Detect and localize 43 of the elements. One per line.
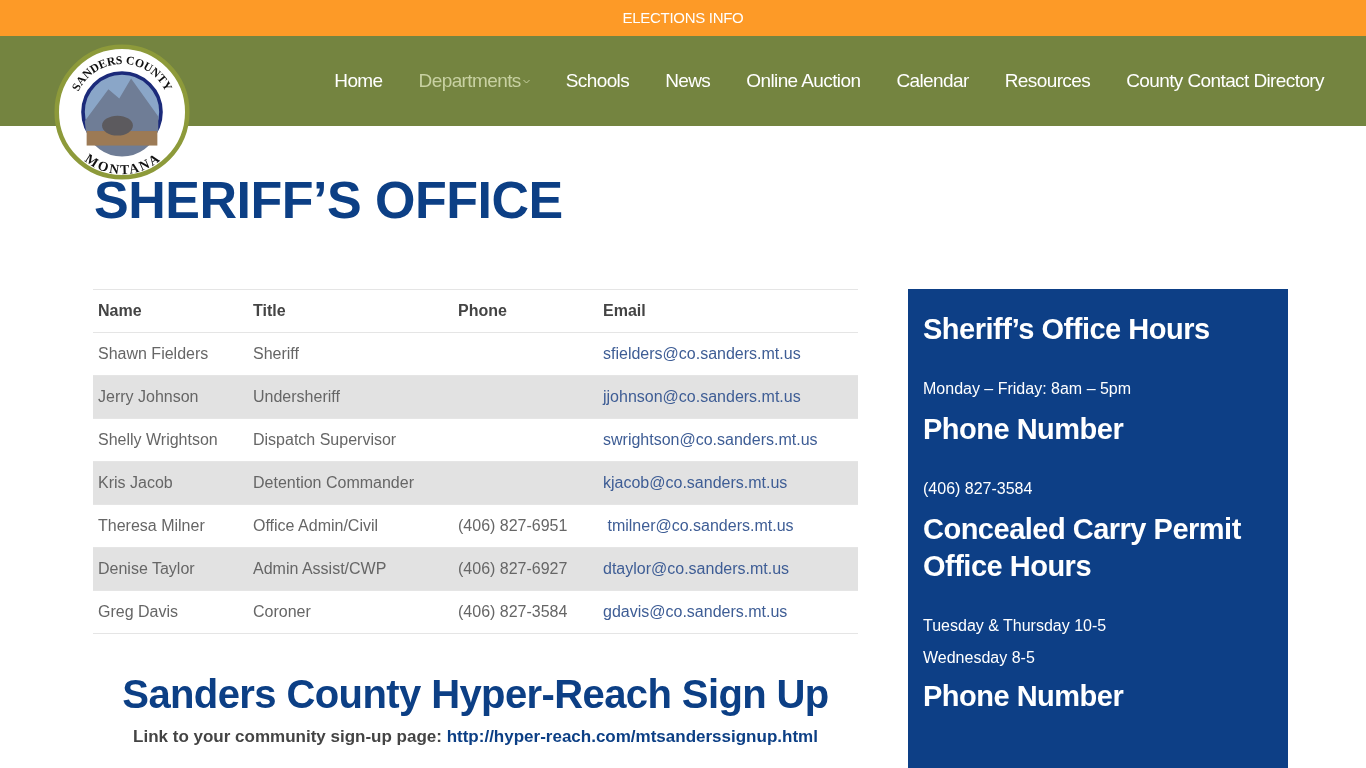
email-link[interactable]: tmilner@co.sanders.mt.us xyxy=(603,517,794,535)
section-heading: Sanders County Hyper-Reach Sign Up xyxy=(121,671,830,719)
table-cell: Denise Taylor xyxy=(98,560,195,578)
nav-link[interactable]: Schools xyxy=(547,66,648,96)
table-cell: (406) 827-6951 xyxy=(458,517,568,535)
signup-link[interactable]: http://hyper-reach.com/mtsanderssignup.html xyxy=(446,727,818,747)
table-cell: Detention Commander xyxy=(253,474,414,492)
table-cell: Kris Jacob xyxy=(98,474,173,492)
nav-link[interactable]: News xyxy=(647,66,729,96)
table-cell: Coroner xyxy=(253,603,311,621)
column-header: Phone xyxy=(453,289,598,333)
table-cell: (406) 827-3584 xyxy=(458,603,568,621)
panel-heading: Phone Number xyxy=(923,411,1125,447)
panel-heading: Sheriff’s Office Hours xyxy=(923,312,1211,348)
table-cell: Dispatch Supervisor xyxy=(253,431,397,449)
panel-heading: Phone Number xyxy=(923,678,1125,714)
nav-link[interactable]: Resources xyxy=(986,66,1109,96)
table-cell: (406) 827-6927 xyxy=(458,560,568,578)
table-cell: Jerry Johnson xyxy=(98,388,199,406)
panel-heading: Concealed Carry Permit Office Hours xyxy=(923,511,1242,585)
table-cell: Theresa Milner xyxy=(98,517,205,535)
nav-link[interactable]: Home xyxy=(316,66,401,96)
table-cell: Office Admin/Civil xyxy=(253,517,379,535)
panel-text: (406) 827-3584 xyxy=(923,478,1034,499)
email-link[interactable]: swrightson@co.sanders.mt.us xyxy=(603,431,818,449)
table-cell: Undersheriff xyxy=(253,388,340,406)
column-header: Title xyxy=(248,289,453,333)
column-header: Name xyxy=(93,289,248,333)
table-cell: Greg Davis xyxy=(98,603,179,621)
signup-label: Link to your community sign-up page: xyxy=(133,727,443,747)
table-cell: Shawn Fielders xyxy=(98,345,209,363)
column-header: Email xyxy=(598,289,858,333)
table-cell: Shelly Wrightson xyxy=(98,431,218,449)
panel-text: Monday – Friday: 8am – 5pm xyxy=(923,378,1133,399)
email-link[interactable]: gdavis@co.sanders.mt.us xyxy=(603,603,788,621)
nav-link[interactable]: Calendar xyxy=(878,66,987,96)
panel-text: Tuesday & Thursday 10-5 xyxy=(923,615,1108,636)
email-link[interactable]: sfielders@co.sanders.mt.us xyxy=(603,345,801,363)
table-cell: Admin Assist/CWP xyxy=(253,560,387,578)
nav-link[interactable]: County Contact Directory xyxy=(1108,66,1342,96)
panel-text: Wednesday 8-5 xyxy=(923,647,1036,668)
nav-link[interactable]: Online Auction xyxy=(728,66,879,96)
table-cell: Sheriff xyxy=(253,345,299,363)
